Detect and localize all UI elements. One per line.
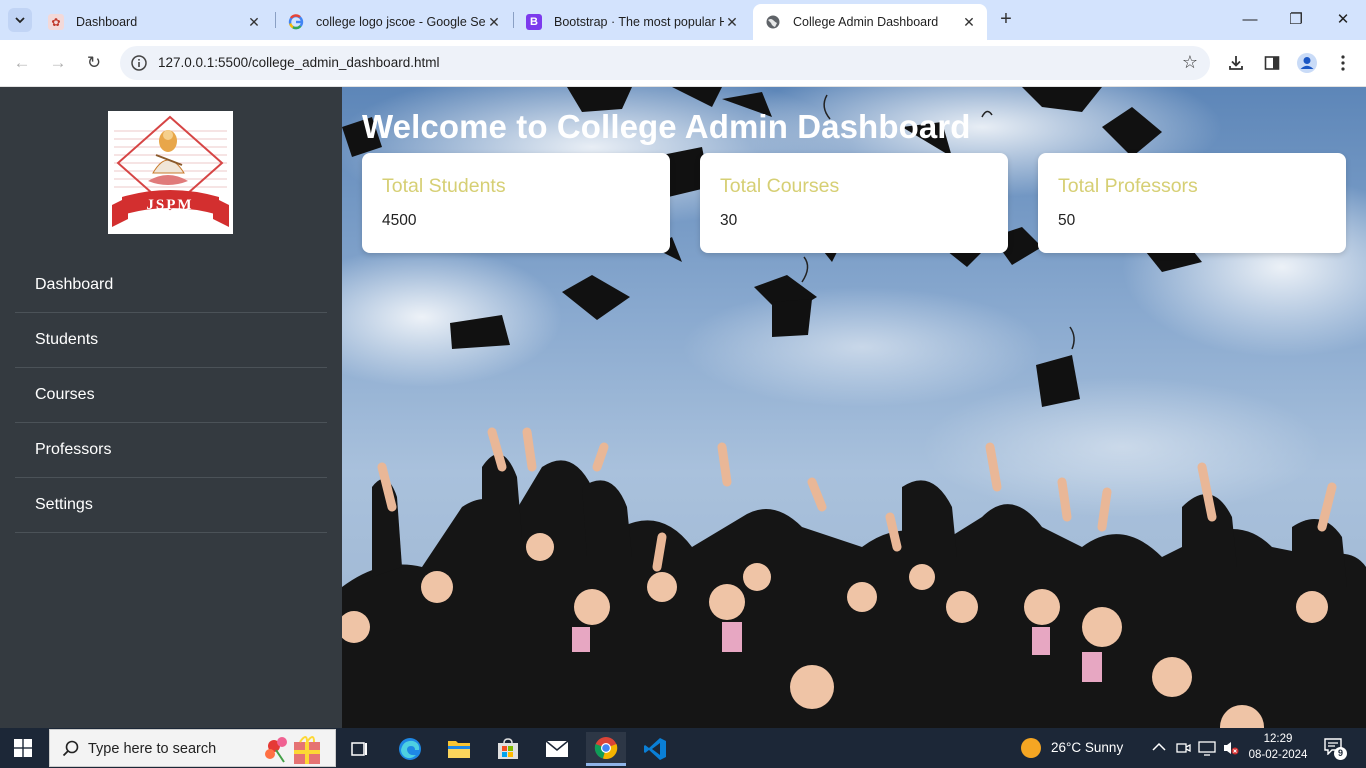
back-button[interactable]: ← [10, 51, 34, 75]
tab-title: Bootstrap · The most popular H [554, 15, 724, 29]
task-view-icon[interactable] [340, 732, 380, 766]
file-explorer-icon[interactable] [439, 732, 479, 766]
taskbar-search-box[interactable]: Type here to search [49, 729, 336, 767]
google-icon [288, 14, 304, 30]
microsoft-store-icon[interactable] [488, 732, 528, 766]
restore-button[interactable]: ❐ [1284, 8, 1308, 32]
side-panel-icon[interactable] [1260, 51, 1284, 75]
card-title: Total Professors [1058, 175, 1198, 197]
tab-title: college logo jscoe - Google Sea [316, 15, 486, 29]
tab-dashboard[interactable]: ✿ Dashboard ✕ [36, 4, 272, 40]
profile-avatar-icon[interactable] [1295, 51, 1319, 75]
network-icon[interactable] [1198, 740, 1216, 756]
card-value: 4500 [382, 212, 417, 229]
volume-muted-icon[interactable] [1222, 740, 1240, 756]
card-value: 50 [1058, 212, 1076, 229]
svg-text:JSPM: JSPM [146, 197, 193, 213]
forward-button[interactable]: → [46, 51, 70, 75]
tab-title: Dashboard [76, 15, 138, 29]
vscode-icon[interactable] [635, 732, 675, 766]
card-title: Total Courses [720, 175, 840, 197]
address-bar[interactable]: 127.0.0.1:5500/college_admin_dashboard.h… [120, 46, 1210, 80]
tab-search-button[interactable] [8, 8, 32, 32]
close-tab-icon[interactable]: ✕ [486, 14, 502, 31]
search-icon [62, 740, 79, 757]
browser-toolbar: ← → ↻ 127.0.0.1:5500/college_admin_dashb… [0, 40, 1366, 87]
mail-icon[interactable] [537, 732, 577, 766]
clock-time: 12:29 [1263, 733, 1293, 745]
stat-card-students: Total Students 4500 [362, 153, 670, 253]
chrome-icon[interactable] [586, 732, 626, 766]
globe-icon [765, 14, 781, 30]
clock-date: 08-02-2024 [1248, 749, 1308, 761]
sidebar-item-label: Dashboard [35, 276, 114, 293]
sidebar-item-professors[interactable]: Professors [15, 423, 327, 478]
chevron-up-icon[interactable] [1152, 742, 1166, 752]
gift-flowers-icon [265, 736, 320, 764]
sidebar-item-students[interactable]: Students [15, 313, 327, 368]
sidebar-item-courses[interactable]: Courses [15, 368, 327, 423]
download-icon[interactable] [1224, 51, 1248, 75]
info-icon[interactable] [130, 54, 148, 72]
meet-now-icon[interactable] [1175, 740, 1191, 756]
windows-start-icon[interactable] [14, 739, 32, 757]
card-value: 30 [720, 212, 738, 229]
minimize-button[interactable]: — [1238, 8, 1262, 32]
close-tab-icon[interactable]: ✕ [724, 14, 740, 31]
sidebar-item-label: Students [35, 331, 99, 348]
edge-browser-icon[interactable] [390, 732, 430, 766]
sidebar-item-label: Courses [35, 386, 95, 403]
tab-google-search[interactable]: college logo jscoe - Google Sea ✕ [276, 4, 512, 40]
system-clock[interactable]: 12:29 08-02-2024 [1243, 731, 1313, 763]
new-tab-button[interactable]: + [996, 9, 1016, 31]
sidebar-item-dashboard[interactable]: Dashboard [15, 258, 327, 313]
notification-count: 9 [1334, 747, 1347, 760]
bookmark-star-icon[interactable]: ☆ [1182, 52, 1198, 73]
close-window-button[interactable]: ✕ [1331, 8, 1355, 32]
main-content: Welcome to College Admin Dashboard Total… [342, 87, 1366, 728]
saraswati-favicon-icon: ✿ [48, 14, 64, 30]
chevron-down-icon [15, 17, 25, 24]
bootstrap-icon: B [526, 14, 542, 30]
close-tab-icon[interactable]: ✕ [246, 14, 262, 31]
search-placeholder: Type here to search [88, 741, 217, 757]
stat-card-courses: Total Courses 30 [700, 153, 1008, 253]
welcome-heading: Welcome to College Admin Dashboard [362, 108, 971, 145]
windows-taskbar: Type here to search 26°C Sunny 12:29 08-… [0, 728, 1366, 768]
url-text[interactable]: 127.0.0.1:5500/college_admin_dashboard.h… [158, 55, 439, 70]
sidebar-item-settings[interactable]: Settings [15, 478, 327, 533]
tab-bootstrap[interactable]: B Bootstrap · The most popular H ✕ [514, 4, 750, 40]
stat-card-professors: Total Professors 50 [1038, 153, 1346, 253]
tab-college-admin[interactable]: College Admin Dashboard ✕ [753, 4, 987, 40]
sidebar-menu: Dashboard Students Courses Professors Se… [15, 258, 327, 533]
browser-menu-icon[interactable] [1331, 51, 1355, 75]
browser-tab-bar: ✿ Dashboard ✕ college logo jscoe - Googl… [0, 0, 1366, 40]
weather-text[interactable]: 26°C Sunny [1051, 740, 1123, 755]
card-title: Total Students [382, 175, 506, 197]
sidebar-item-label: Professors [35, 441, 112, 458]
weather-sun-icon[interactable] [1021, 738, 1041, 758]
sidebar: JSPM Dashboard Students Courses Professo… [0, 87, 342, 728]
sidebar-item-label: Settings [35, 496, 93, 513]
close-tab-icon[interactable]: ✕ [961, 14, 977, 31]
college-logo: JSPM [108, 111, 233, 234]
page-viewport: JSPM Dashboard Students Courses Professo… [0, 87, 1366, 728]
tab-title: College Admin Dashboard [793, 15, 939, 29]
notification-center-icon[interactable]: 9 [1323, 737, 1347, 760]
reload-button[interactable]: ↻ [82, 51, 106, 75]
